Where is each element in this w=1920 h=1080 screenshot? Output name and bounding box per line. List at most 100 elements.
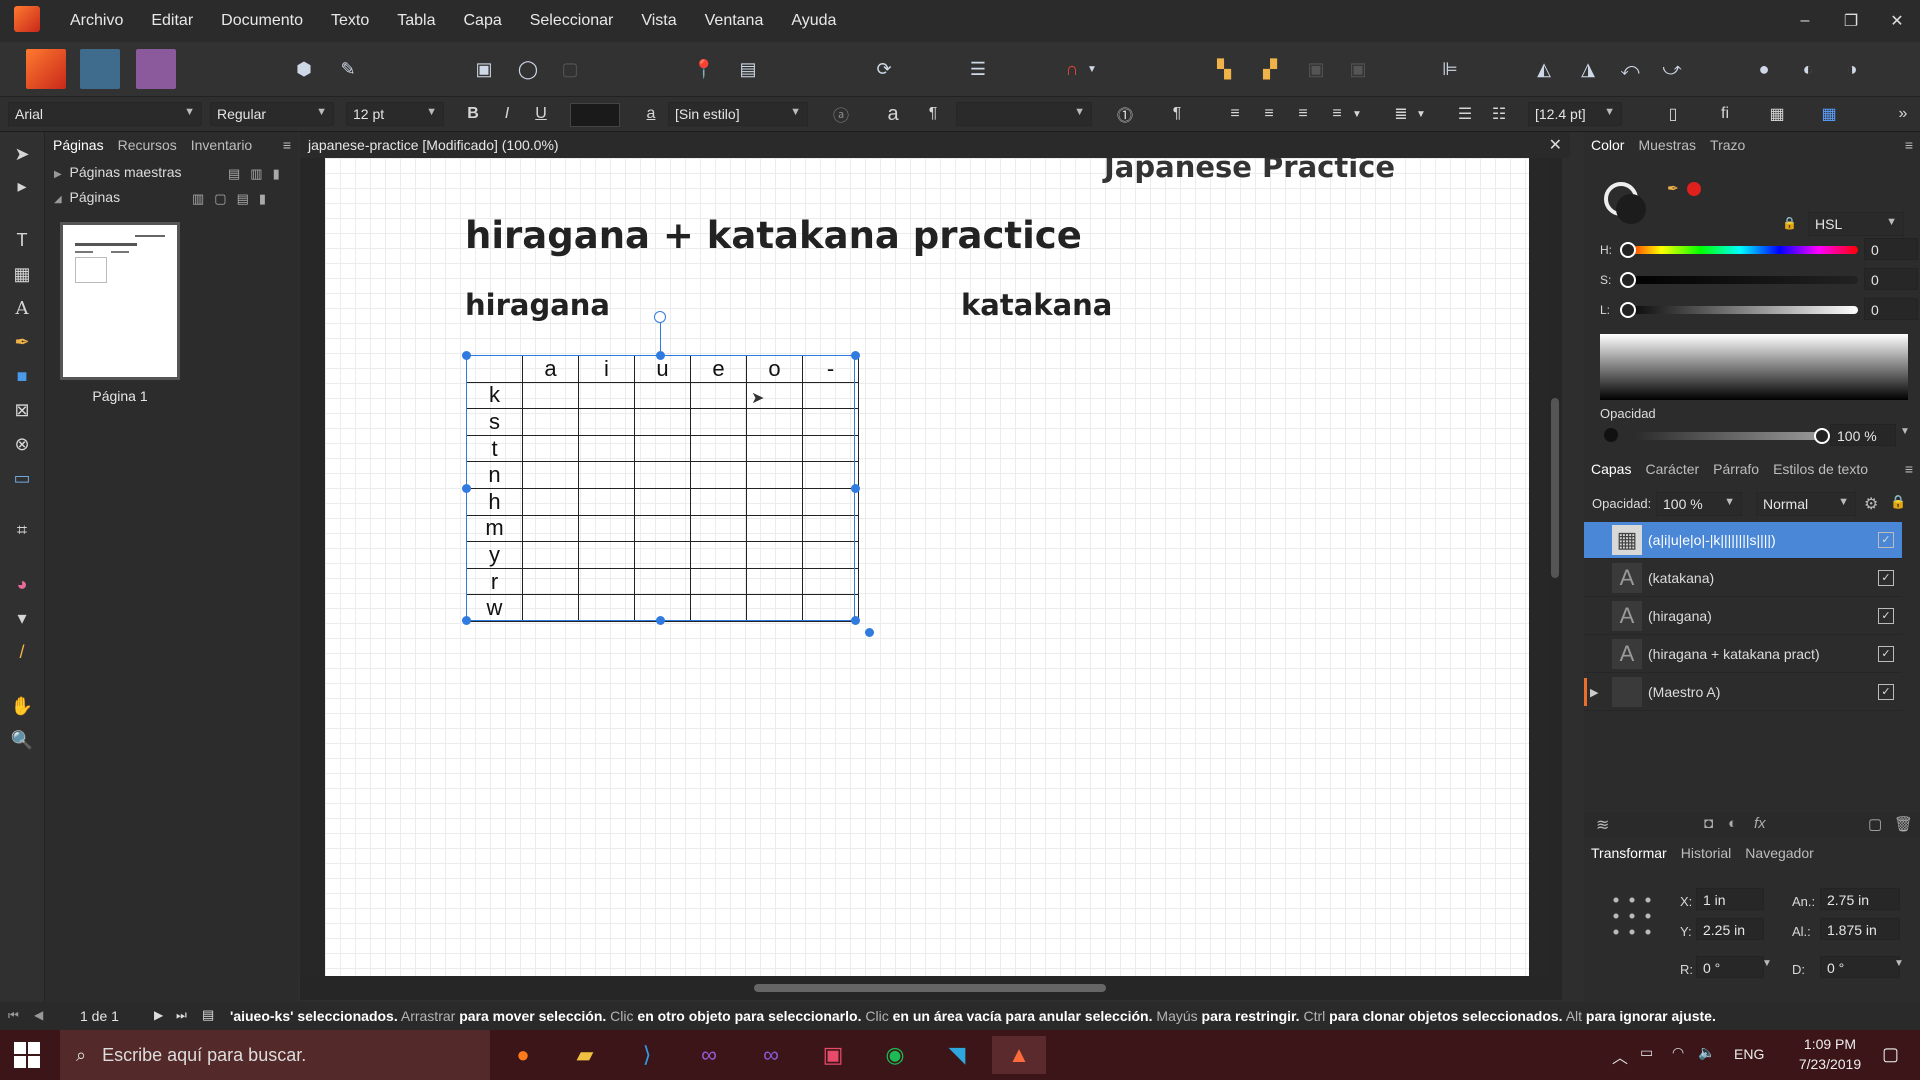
opacity-slider[interactable] [1632,432,1822,440]
rotate-right-icon[interactable]: ⤻ [1654,51,1690,87]
expand-right-icon[interactable]: ▶ [1590,686,1598,699]
ligature-button[interactable]: fi [1712,102,1738,126]
lock-icon[interactable]: 🔒 [1782,216,1797,230]
telegram-icon[interactable]: ◥ [930,1036,984,1074]
x-value[interactable]: 1 in [1696,888,1764,910]
blend-mode-select[interactable]: Normal ▼ [1756,492,1856,516]
tab-estilos-texto[interactable]: Estilos de texto [1766,461,1875,477]
saturation-slider[interactable] [1622,276,1858,284]
photo-persona-icon[interactable] [80,49,120,89]
language-indicator[interactable]: ENG [1734,1046,1764,1062]
page-layout-icon[interactable]: ▤ [202,1007,214,1023]
justify-icon[interactable]: ≡ [1324,102,1350,126]
menu-ayuda[interactable]: Ayuda [777,12,850,30]
arrange-forward-icon[interactable]: ▞ [1252,51,1288,87]
document-tab[interactable]: japanese-practice [Modificado] (100.0%) … [300,132,1570,158]
crop-tool-icon[interactable]: ⌗ [8,516,36,544]
table-tool-icon[interactable]: ▦ [8,260,36,288]
arrange-front-icon[interactable]: ▣ [1298,51,1334,87]
menu-capa[interactable]: Capa [449,12,515,30]
boolean-subtract-icon[interactable]: ◐ [1790,51,1826,87]
eyedropper-icon[interactable]: ✒ [1667,180,1679,197]
vertical-align-icon[interactable]: ≣ [1388,102,1414,126]
menu-editar[interactable]: Editar [137,12,207,30]
flip-horizontal-icon[interactable]: ◭ [1526,51,1562,87]
add-layer-icon[interactable]: ▢ [1868,815,1882,833]
fx-icon[interactable]: fx [1754,815,1766,832]
layers-opacity-select[interactable]: 100 % ▼ [1656,492,1742,516]
menu-vista[interactable]: Vista [627,12,690,30]
boolean-add-icon[interactable]: ● [1746,51,1782,87]
selection-handle[interactable] [656,351,665,360]
layer-row[interactable]: A (hiragana + katakana pract) ✓ [1584,636,1902,673]
adjustment-icon[interactable]: ◐ [1728,815,1737,832]
close-window-button[interactable]: ✕ [1874,11,1920,31]
text-style-select[interactable]: [Sin estilo] ▼ [668,102,808,126]
menu-documento[interactable]: Documento [207,12,317,30]
selection-handle[interactable] [851,484,860,493]
transparency-tool-icon[interactable]: / [8,638,36,666]
menu-archivo[interactable]: Archivo [56,12,137,30]
show-pilcrows-button[interactable]: ¶ [1164,102,1190,126]
frame-text-tool-icon[interactable]: T [8,226,36,254]
link-icon[interactable]: ⟳ [866,51,902,87]
table-resize-handle[interactable] [865,628,874,637]
align-icon[interactable]: ⊫ [1432,51,1468,87]
rider-icon[interactable]: ▣ [806,1036,860,1074]
pilcrow-button[interactable]: ¶ [920,102,946,126]
document-title[interactable]: hiragana + katakana practice [465,214,1082,257]
hue-slider-knob[interactable] [1620,242,1636,258]
designer-persona-icon[interactable] [136,49,176,89]
delete-layer-icon[interactable]: 🗑 [1894,815,1913,833]
hiragana-heading[interactable]: hiragana [465,288,610,322]
panel-menu-icon[interactable]: ≡ [1898,461,1920,477]
windows-start-icon[interactable] [14,1042,40,1068]
page-thumbnail[interactable] [60,222,180,380]
layer-visibility-checkbox[interactable]: ✓ [1878,570,1894,586]
layer-stack-icon[interactable]: ≋ [1596,815,1609,835]
rotation-dropdown-icon[interactable]: ▼ [1762,958,1772,969]
paragraph-decorations-icon[interactable]: ⓵ [1112,102,1138,126]
stroke-color-well[interactable] [1616,194,1646,224]
minimize-button[interactable]: – [1782,12,1828,30]
restore-button[interactable]: ❐ [1828,11,1874,31]
document-page[interactable]: Japanese Practice hiragana + katakana pr… [325,158,1529,976]
rotate-left-icon[interactable]: ⤺ [1612,51,1648,87]
tab-paginas[interactable]: Páginas [46,137,111,153]
hand-tool-icon[interactable]: ✋ [8,692,36,720]
paragraph-style-select[interactable]: ▼ [956,102,1092,126]
layer-lock-icon[interactable]: 🔒 [1890,494,1906,510]
selection-handle[interactable] [462,351,471,360]
layer-visibility-checkbox[interactable]: ✓ [1878,608,1894,624]
snapping-dropdown-icon[interactable]: ▼ [1084,51,1100,87]
table-style-icon[interactable]: ▦ [1816,102,1842,126]
shear-value[interactable]: 0 ° [1820,956,1900,978]
next-page-icon[interactable]: ▶ [154,1008,163,1022]
text-color-swatch[interactable] [570,103,620,127]
menu-ventana[interactable]: Ventana [691,12,778,30]
opacity-dropdown-icon[interactable]: ▼ [1900,426,1910,437]
tab-historial[interactable]: Historial [1674,845,1739,861]
bold-button[interactable]: B [460,102,486,126]
taskbar-search[interactable]: ⌕ Escribe aquí para buscar. [60,1030,490,1080]
anchor-point-selector[interactable] [1608,892,1658,942]
bleed-icon[interactable]: ▢ [552,51,588,87]
lightness-slider[interactable] [1622,306,1858,314]
ellipse-frame-tool-icon[interactable]: ⊗ [8,430,36,458]
menu-tabla[interactable]: Tabla [383,12,449,30]
shear-dropdown-icon[interactable]: ▼ [1894,958,1904,969]
assistant-icon[interactable]: ✎ [330,51,366,87]
katakana-heading[interactable]: katakana [961,288,1112,322]
boolean-intersect-icon[interactable]: ◑ [1834,51,1870,87]
italic-button[interactable]: I [494,102,520,126]
panel-menu-icon[interactable]: ≡ [1898,137,1920,153]
place-image-tool-icon[interactable]: ▭ [8,464,36,492]
artistic-text-tool-icon[interactable]: A [8,294,36,322]
h-dimension-value[interactable]: 1.875 in [1820,918,1900,940]
table-format-icon[interactable]: ▦ [1764,102,1790,126]
tab-parrafo[interactable]: Párrafo [1706,461,1766,477]
pages-section[interactable]: ◢ Páginas [54,189,120,205]
wifi-icon[interactable]: ◠ [1672,1044,1684,1061]
selection-handle[interactable] [851,616,860,625]
character-style-icon[interactable]: a [638,102,664,126]
